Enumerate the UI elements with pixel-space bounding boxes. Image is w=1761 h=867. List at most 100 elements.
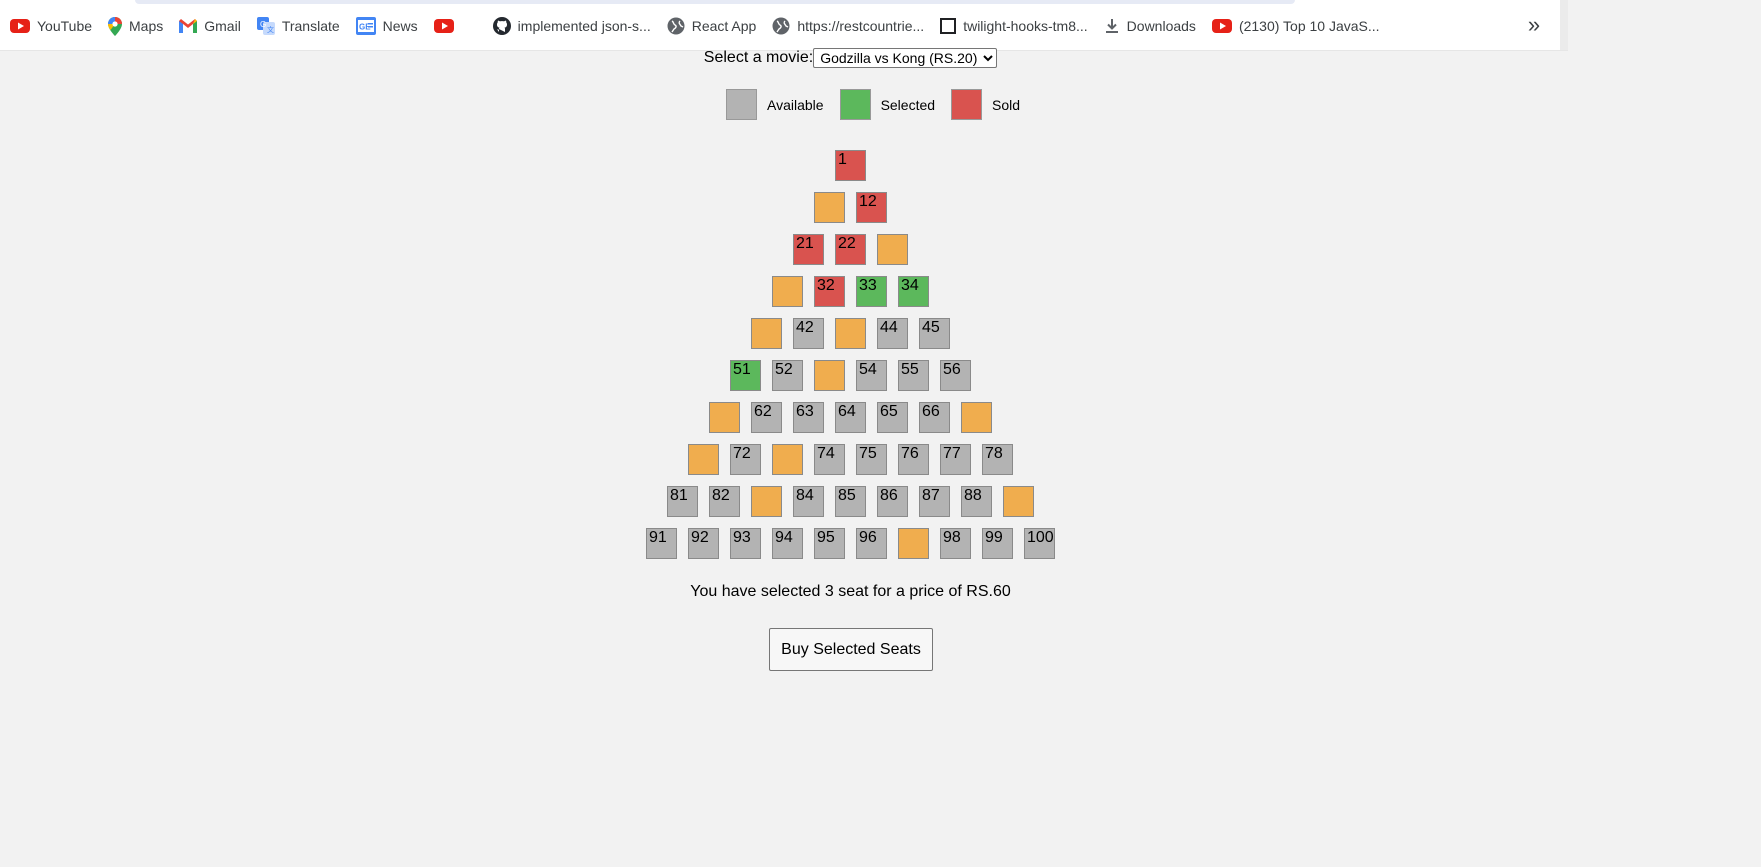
movie-select[interactable]: Godzilla vs Kong (RS.20) — [813, 48, 998, 68]
github-icon — [492, 17, 511, 35]
seat-available[interactable]: 77 — [940, 444, 971, 475]
seat-sold: 21 — [793, 234, 824, 265]
seat-empty[interactable] — [751, 318, 782, 349]
seat-empty[interactable] — [688, 444, 719, 475]
selection-summary: You have selected 3 seat for a price of … — [690, 583, 1011, 600]
seat-available[interactable]: 96 — [856, 528, 887, 559]
seat-available[interactable]: 82 — [709, 486, 740, 517]
legend-available: Available — [726, 89, 840, 120]
seat-available[interactable]: 86 — [877, 486, 908, 517]
seat-empty[interactable] — [1003, 486, 1034, 517]
bookmarks-overflow-button[interactable]: » — [1523, 14, 1545, 36]
seat-available[interactable]: 72 — [730, 444, 761, 475]
seat-empty[interactable] — [814, 192, 845, 223]
youtube-icon — [10, 19, 30, 33]
seat-available[interactable]: 42 — [793, 318, 824, 349]
seat-available[interactable]: 93 — [730, 528, 761, 559]
bookmark-label: React App — [691, 18, 757, 34]
bookmark-news[interactable]: GE News — [350, 12, 424, 40]
bookmark-translate[interactable]: G文 Translate — [251, 12, 346, 40]
seat-available[interactable]: 76 — [898, 444, 929, 475]
bookmark-youtube[interactable]: YouTube — [4, 12, 98, 40]
seat-available[interactable]: 100 — [1024, 528, 1055, 559]
seat-empty[interactable] — [814, 360, 845, 391]
bookmark-maps[interactable]: Maps — [102, 12, 169, 40]
seat-available[interactable]: 88 — [961, 486, 992, 517]
seat-empty[interactable] — [751, 486, 782, 517]
bookmark-label: twilight-hooks-tm8... — [963, 18, 1088, 34]
seat-available[interactable]: 98 — [940, 528, 971, 559]
bookmark-restcountries[interactable]: https://restcountrie... — [766, 12, 930, 40]
seat-row: 42 44 45 — [0, 318, 1701, 360]
bookmark-label: (2130) Top 10 JavaS... — [1238, 18, 1380, 34]
seat-available[interactable]: 65 — [877, 402, 908, 433]
seat-row: 91 92 93 94 95 96 98 99 100 — [0, 528, 1701, 570]
seat-empty[interactable] — [709, 402, 740, 433]
legend-label: Sold — [992, 96, 1021, 113]
bookmark-youtube-2[interactable] — [428, 12, 467, 40]
seat-empty[interactable] — [772, 444, 803, 475]
seat-available[interactable]: 85 — [835, 486, 866, 517]
download-icon — [1104, 18, 1120, 34]
seat-empty[interactable] — [835, 318, 866, 349]
seat-sold: 32 — [814, 276, 845, 307]
bookmark-label: https://restcountrie... — [797, 18, 925, 34]
window-edge — [1560, 0, 1568, 50]
gmail-icon — [179, 19, 198, 33]
seat-available[interactable]: 55 — [898, 360, 929, 391]
seat-available[interactable]: 75 — [856, 444, 887, 475]
seat-selected[interactable]: 34 — [898, 276, 929, 307]
seat-available[interactable]: 81 — [667, 486, 698, 517]
youtube-icon — [1211, 19, 1232, 33]
bookmark-react-app[interactable]: React App — [661, 12, 763, 40]
seat-available[interactable]: 44 — [877, 318, 908, 349]
bookmark-youtube-top10[interactable]: (2130) Top 10 JavaS... — [1206, 12, 1386, 40]
seat-row: 62 63 64 65 66 — [0, 402, 1701, 444]
seat-selected[interactable]: 51 — [730, 360, 761, 391]
seat-empty[interactable] — [772, 276, 803, 307]
seat-available[interactable]: 56 — [940, 360, 971, 391]
seat-empty[interactable] — [898, 528, 929, 559]
seat-row: 32 33 34 — [0, 276, 1701, 318]
seat-empty[interactable] — [961, 402, 992, 433]
movie-picker-label: Select a movie: — [703, 49, 814, 66]
bookmark-gmail[interactable]: Gmail — [173, 12, 247, 40]
seat-available[interactable]: 52 — [772, 360, 803, 391]
legend-sold: Sold — [951, 89, 1020, 120]
legend-label: Available — [767, 96, 824, 113]
seat-available[interactable]: 66 — [919, 402, 950, 433]
buy-selected-seats-button[interactable]: Buy Selected Seats — [769, 628, 933, 671]
bookmark-label: Downloads — [1126, 18, 1196, 34]
seat-available[interactable]: 95 — [814, 528, 845, 559]
seat-available[interactable]: 99 — [982, 528, 1013, 559]
seat-available[interactable]: 94 — [772, 528, 803, 559]
seat-empty[interactable] — [877, 234, 908, 265]
bookmark-github[interactable]: implemented json-s... — [487, 12, 657, 40]
movie-picker: Select a movie: Godzilla vs Kong (RS.20) — [0, 48, 1701, 68]
seat-available[interactable]: 54 — [856, 360, 887, 391]
selected-swatch — [839, 89, 871, 120]
legend-selected: Selected — [839, 89, 951, 120]
seat-available[interactable]: 92 — [688, 528, 719, 559]
seat-available[interactable]: 84 — [793, 486, 824, 517]
seat-available[interactable]: 64 — [835, 402, 866, 433]
legend-label: Selected — [880, 96, 936, 113]
seat-available[interactable]: 87 — [919, 486, 950, 517]
seat-row: 21 22 — [0, 234, 1701, 276]
bookmark-downloads[interactable]: Downloads — [1098, 12, 1202, 40]
seat-available[interactable]: 74 — [814, 444, 845, 475]
seat-available[interactable]: 78 — [982, 444, 1013, 475]
seat-selected[interactable]: 33 — [856, 276, 887, 307]
seat-available[interactable]: 91 — [646, 528, 677, 559]
bookmark-label: Gmail — [204, 18, 241, 34]
seat-row: 81 82 84 85 86 87 88 — [0, 486, 1701, 528]
globe-icon — [667, 17, 685, 35]
bookmark-twilight-hooks[interactable]: twilight-hooks-tm8... — [934, 12, 1093, 40]
seat-available[interactable]: 62 — [751, 402, 782, 433]
seat-available[interactable]: 45 — [919, 318, 950, 349]
seat-available[interactable]: 63 — [793, 402, 824, 433]
bookmark-label: Translate — [281, 18, 340, 34]
maps-pin-icon — [108, 16, 123, 36]
seat-sold: 12 — [856, 192, 887, 223]
bookmark-label: News — [382, 18, 418, 34]
